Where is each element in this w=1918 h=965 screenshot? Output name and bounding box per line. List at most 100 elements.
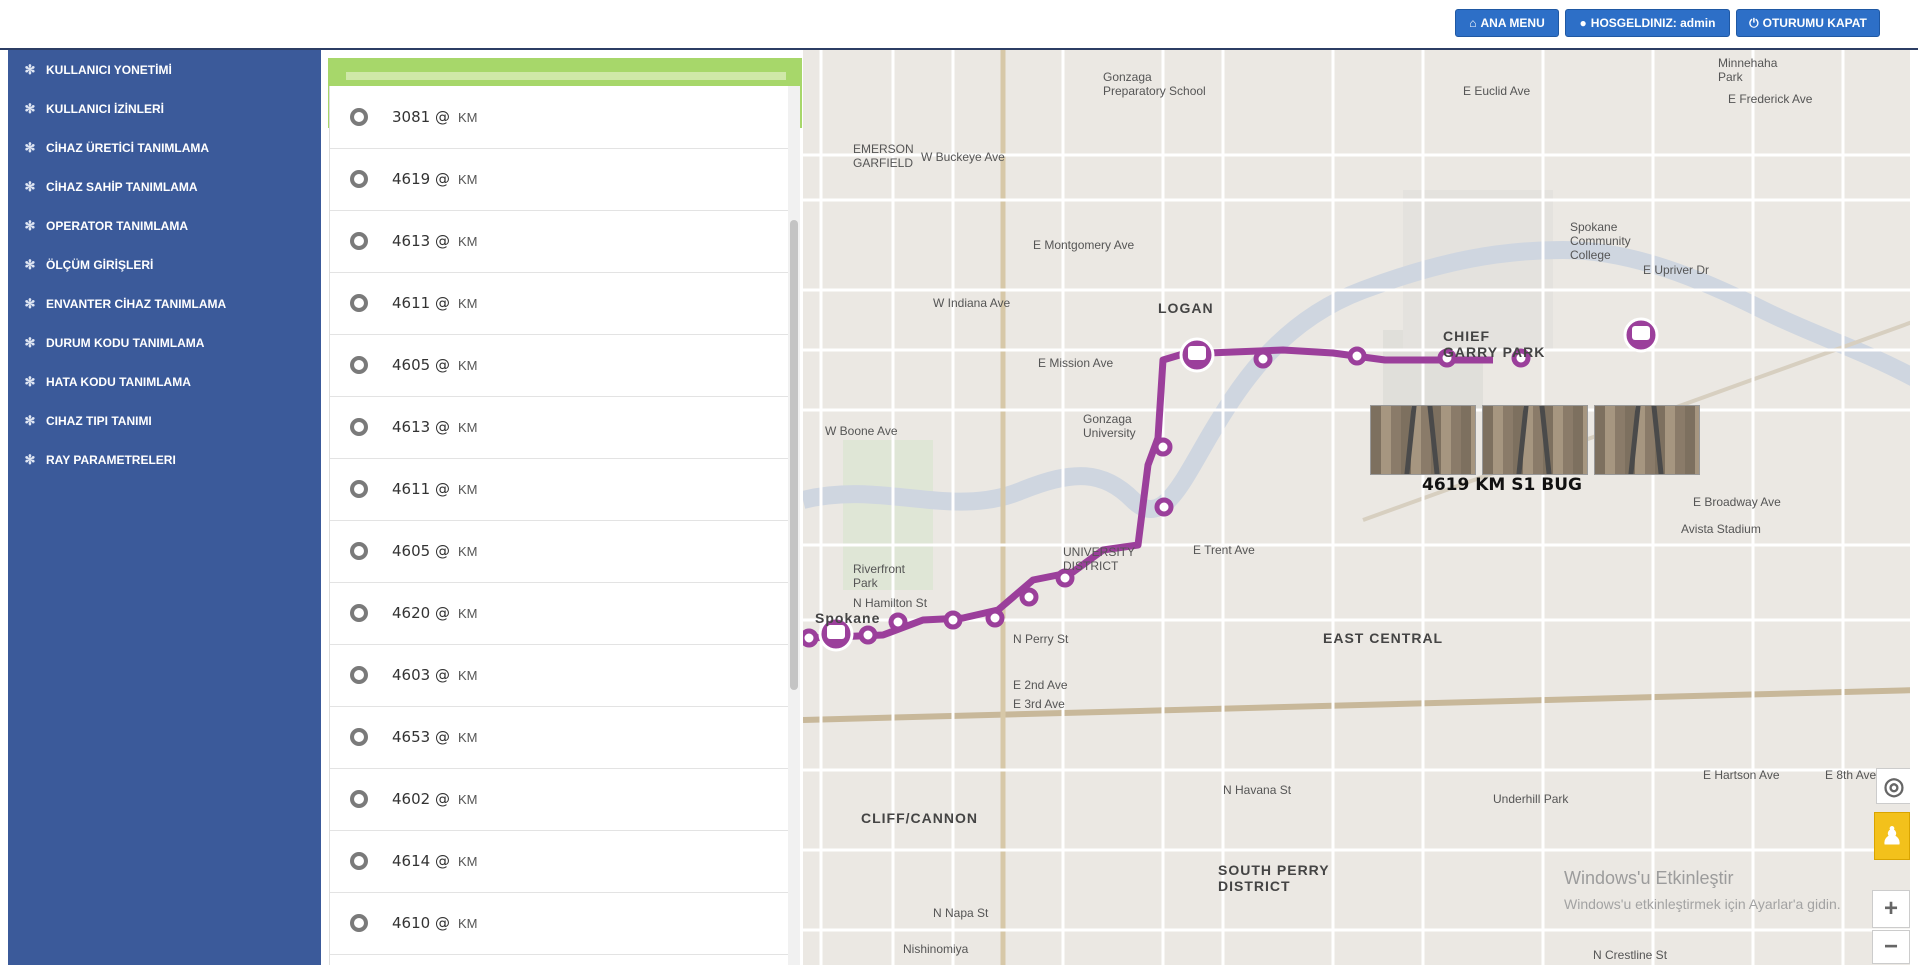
map-label-university-district: UNIVERSITY DISTRICT bbox=[1063, 545, 1136, 573]
device-list: 3081 @ KM 4619 @ KM 4613 @ KM 4611 @ KM 4605 @ KM … bbox=[329, 86, 788, 965]
top-bar: ⌂ ANA MENU ● HOSGELDINIZ: admin ⏻ OTURUM… bbox=[0, 0, 1918, 50]
photo-caption: 4619 KM S1 BUG bbox=[1422, 475, 1582, 495]
radio-button[interactable] bbox=[350, 852, 368, 870]
sidebar: ✻ KULLANICI YONETİMİ ✻ KULLANICI İZİNLERİ … bbox=[8, 50, 321, 965]
radio-button[interactable] bbox=[350, 418, 368, 436]
map-label-south-perry: SOUTH PERRY DISTRICT bbox=[1218, 862, 1330, 894]
minus-icon: − bbox=[1883, 933, 1898, 960]
zoom-in-button[interactable]: + bbox=[1872, 890, 1910, 928]
radio-button[interactable] bbox=[350, 480, 368, 498]
street-label: E Montgomery Ave bbox=[1033, 238, 1135, 252]
street-label: N Havana St bbox=[1223, 783, 1292, 797]
street-label: N Hamilton St bbox=[853, 596, 928, 610]
list-item[interactable]: 4653 @ KM bbox=[330, 706, 788, 769]
sidebar-item-operator[interactable]: ✻ OPERATOR TANIMLAMA bbox=[24, 216, 188, 236]
gear-icon: ✻ bbox=[24, 101, 36, 116]
sidebar-item-cihaz-sahip[interactable]: ✻ CİHAZ SAHİP TANIMLAMA bbox=[24, 177, 198, 197]
home-icon: ⌂ bbox=[1469, 16, 1477, 30]
target-icon: ◎ bbox=[1883, 772, 1905, 800]
sidebar-item-ray-parametreleri[interactable]: ✻ RAY PARAMETRELERI bbox=[24, 450, 176, 470]
track-photo-1[interactable] bbox=[1370, 405, 1476, 475]
map-label-avista: Avista Stadium bbox=[1681, 522, 1761, 536]
main-menu-button[interactable]: ⌂ ANA MENU bbox=[1455, 9, 1559, 37]
gear-icon: ✻ bbox=[24, 179, 36, 194]
street-label: N Napa St bbox=[933, 906, 989, 920]
radio-button[interactable] bbox=[350, 914, 368, 932]
map-label-gonzaga-university: Gonzaga University bbox=[1083, 412, 1136, 440]
sidebar-item-hata-kodu[interactable]: ✻ HATA KODU TANIMLAMA bbox=[24, 372, 191, 392]
power-icon: ⏻ bbox=[1749, 15, 1759, 30]
street-label: W Boone Ave bbox=[825, 424, 898, 438]
radio-button[interactable] bbox=[350, 294, 368, 312]
list-item[interactable]: 4602 @ KM bbox=[330, 768, 788, 831]
gear-icon: ✻ bbox=[24, 296, 36, 311]
street-label: E Upriver Dr bbox=[1643, 263, 1710, 277]
street-label: E Trent Ave bbox=[1193, 543, 1255, 557]
street-view-pegman[interactable]: ♟ bbox=[1874, 812, 1910, 860]
sidebar-item-kullanici-izinleri[interactable]: ✻ KULLANICI İZİNLERİ bbox=[24, 99, 164, 119]
track-photo-3[interactable] bbox=[1594, 405, 1700, 475]
list-item[interactable]: 4619 @ KM bbox=[330, 148, 788, 211]
radio-button[interactable] bbox=[350, 108, 368, 126]
person-icon: ♟ bbox=[1881, 822, 1903, 850]
sidebar-item-kullanici-yonetimi[interactable]: ✻ KULLANICI YONETİMİ bbox=[24, 60, 172, 80]
map-label-emerson: EMERSON GARFIELD bbox=[853, 142, 914, 170]
map-label-logan: LOGAN bbox=[1158, 300, 1214, 316]
list-item[interactable]: 4611 @ KM bbox=[330, 272, 788, 335]
sidebar-item-olcum-girisleri[interactable]: ✻ ÖLÇÜM GİRİŞLERİ bbox=[24, 255, 154, 275]
sidebar-item-cihaz-uretici[interactable]: ✻ CİHAZ ÜRETİCİ TANIMLAMA bbox=[24, 138, 210, 158]
radio-button[interactable] bbox=[350, 232, 368, 250]
gear-icon: ✻ bbox=[24, 257, 36, 272]
list-scrollbar-thumb[interactable] bbox=[790, 220, 798, 690]
street-label: N Crestline St bbox=[1593, 948, 1668, 962]
map-label-east-central: EAST CENTRAL bbox=[1323, 630, 1444, 646]
map-label-minnehaha: Minnehaha Park bbox=[1718, 56, 1778, 84]
gear-icon: ✻ bbox=[24, 374, 36, 389]
street-label: W Buckeye Ave bbox=[921, 150, 1005, 164]
gear-icon: ✻ bbox=[24, 140, 36, 155]
user-icon: ● bbox=[1579, 16, 1587, 30]
list-item[interactable]: 4620 @ KM bbox=[330, 582, 788, 645]
gear-icon: ✻ bbox=[24, 335, 36, 350]
track-photo-2[interactable] bbox=[1482, 405, 1588, 475]
map-label-spokane-cc: Spokane Community College bbox=[1570, 220, 1631, 262]
map-label-underhill: Underhill Park bbox=[1493, 792, 1569, 806]
list-item[interactable]: 4610 @ KM bbox=[330, 892, 788, 955]
list-item[interactable]: 4613 @ KM bbox=[330, 396, 788, 459]
page-right-edge bbox=[1910, 50, 1918, 965]
street-label: E Frederick Ave bbox=[1728, 92, 1813, 106]
street-label: E 2nd Ave bbox=[1013, 678, 1068, 692]
gear-icon: ✻ bbox=[24, 413, 36, 428]
map-view[interactable]: Gonzaga Preparatory School EMERSON GARFI… bbox=[803, 50, 1918, 965]
windows-activation-title: Windows'u Etkinleştir bbox=[1564, 868, 1734, 888]
radio-button[interactable] bbox=[350, 666, 368, 684]
my-location-button[interactable]: ◎ bbox=[1876, 768, 1912, 804]
zoom-out-button[interactable]: − bbox=[1872, 930, 1910, 964]
welcome-user-button[interactable]: ● HOSGELDINIZ: admin bbox=[1565, 9, 1730, 37]
list-header-strip bbox=[346, 72, 786, 80]
radio-button[interactable] bbox=[350, 542, 368, 560]
radio-button[interactable] bbox=[350, 170, 368, 188]
map-label-chief: CHIEF GARRY PARK bbox=[1443, 328, 1546, 360]
gear-icon: ✻ bbox=[24, 62, 36, 77]
list-item[interactable]: 4605 @ KM bbox=[330, 520, 788, 583]
list-item[interactable]: 4603 @ KM bbox=[330, 644, 788, 707]
radio-button[interactable] bbox=[350, 356, 368, 374]
list-item[interactable]: 4611 @ KM bbox=[330, 458, 788, 521]
sidebar-item-cihaz-tipi[interactable]: ✻ CIHAZ TIPI TANIMI bbox=[24, 411, 152, 431]
radio-button[interactable] bbox=[350, 728, 368, 746]
map-label-cliff-cannon: CLIFF/CANNON bbox=[861, 810, 978, 826]
list-item[interactable]: 4605 @ KM bbox=[330, 334, 788, 397]
map-label-gonzaga-prep: Gonzaga Preparatory School bbox=[1103, 70, 1206, 98]
sidebar-item-envanter-cihaz[interactable]: ✻ ENVANTER CİHAZ TANIMLAMA bbox=[24, 294, 227, 314]
windows-activation-subtitle: Windows'u etkinleştirmek için Ayarlar'a … bbox=[1564, 896, 1841, 912]
radio-button[interactable] bbox=[350, 604, 368, 622]
street-label: E Euclid Ave bbox=[1463, 84, 1531, 98]
list-item[interactable]: 4613 @ KM bbox=[330, 210, 788, 273]
sidebar-item-durum-kodu[interactable]: ✻ DURUM KODU TANIMLAMA bbox=[24, 333, 205, 353]
street-label: E Hartson Ave bbox=[1703, 768, 1780, 782]
list-item[interactable]: 4614 @ KM bbox=[330, 830, 788, 893]
radio-button[interactable] bbox=[350, 790, 368, 808]
list-item[interactable]: 3081 @ KM bbox=[330, 86, 788, 149]
logout-button[interactable]: ⏻ OTURUMU KAPAT bbox=[1736, 9, 1880, 37]
